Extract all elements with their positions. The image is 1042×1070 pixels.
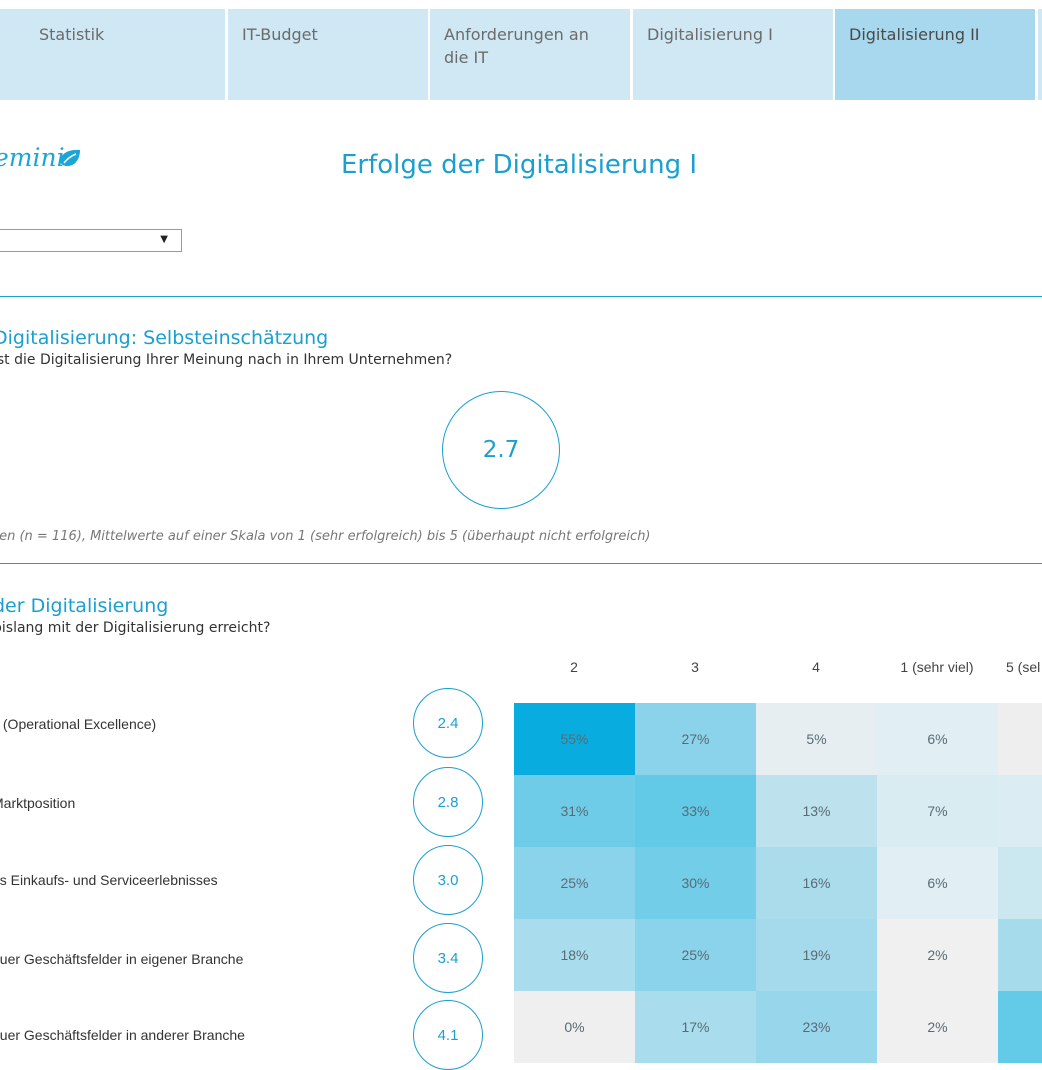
page-title-text: Erfolge der Digitalisierung I: [341, 150, 698, 180]
section-subtitle-erfolge: bislang mit der Digitalisierung erreicht…: [0, 620, 271, 636]
tab-label: Anforderungen an die IT: [444, 25, 589, 67]
heatmap-cell: 2%: [877, 991, 998, 1063]
heatmap-cell: [998, 919, 1042, 991]
row-mean-value: 2.4: [437, 714, 459, 732]
mean-value-circle: 2.7: [442, 391, 560, 509]
row-mean-value: 2.8: [437, 793, 459, 811]
heatmap-cell: [998, 991, 1042, 1063]
heatmap-cell: 7%: [877, 775, 998, 847]
footnote: ten (n = 116), Mittelwerte auf einer Ska…: [0, 529, 651, 544]
column-header: 5 (sel: [1006, 659, 1041, 675]
heatmap-cell: 17%: [635, 991, 756, 1063]
heatmap-cell: [998, 775, 1042, 847]
row-mean-value: 3.0: [437, 871, 459, 889]
row-label: z (Operational Excellence): [0, 716, 157, 732]
tab-hidden-left[interactable]: [0, 9, 28, 100]
tab-digitalisierung-1[interactable]: Digitalisierung I: [633, 9, 833, 100]
divider: [0, 563, 1042, 564]
dropdown-arrow-icon: ▼: [160, 234, 168, 245]
heatmap-cell: 27%: [635, 703, 756, 775]
row-mean-circle: 3.4: [413, 923, 483, 993]
heatmap-cell: 25%: [635, 919, 756, 991]
tab-label: Digitalisierung II: [849, 25, 980, 44]
row-mean-value: 3.4: [437, 949, 459, 967]
section-title-selbsteinschaetzung: Digitalisierung: Selbsteinschätzung: [0, 327, 329, 349]
heatmap-cell: 18%: [514, 919, 635, 991]
filter-dropdown[interactable]: ▼: [0, 229, 182, 252]
column-header: 3: [691, 659, 699, 675]
row-mean-circle: 2.4: [413, 688, 483, 758]
row-mean-value: 4.1: [437, 1026, 459, 1044]
heatmap-cell: 23%: [756, 991, 877, 1063]
row-label: euer Geschäftsfelder in eigener Branche: [0, 951, 244, 967]
tab-label: Statistik: [39, 25, 105, 44]
tab-label: Digitalisierung I: [647, 25, 773, 44]
row-label: es Einkaufs- und Serviceerlebnisses: [0, 872, 218, 888]
row-mean-circle: 3.0: [413, 845, 483, 915]
tab-hidden-right[interactable]: [1038, 9, 1042, 100]
heatmap-cell: [998, 703, 1042, 775]
tab-bar: Statistik IT-Budget Anforderungen an die…: [0, 9, 1042, 100]
section-subtitle-selbsteinschaetzung: ist die Digitalisierung Ihrer Meinung na…: [0, 352, 453, 368]
row-label: euer Geschäftsfelder in anderer Branche: [0, 1027, 245, 1043]
column-header: 1 (sehr viel): [900, 659, 974, 675]
column-header: 2: [570, 659, 578, 675]
mean-value: 2.7: [482, 437, 520, 463]
tab-anforderungen[interactable]: Anforderungen an die IT: [430, 9, 630, 100]
heatmap-cell: 16%: [756, 847, 877, 919]
heatmap-cell: 2%: [877, 919, 998, 991]
heatmap-cell: 0%: [514, 991, 635, 1063]
heatmap-cell: [998, 847, 1042, 919]
row-label: Marktposition: [0, 795, 76, 811]
heatmap-cell: 33%: [635, 775, 756, 847]
tab-statistik[interactable]: Statistik: [25, 9, 225, 100]
heatmap-cell: 5%: [756, 703, 877, 775]
heatmap-cell: 6%: [877, 703, 998, 775]
heatmap-cell: 6%: [877, 847, 998, 919]
section-title-erfolge: der Digitalisierung: [0, 595, 169, 617]
company-logo: emini: [0, 143, 65, 172]
heatmap-cell: 19%: [756, 919, 877, 991]
heatmap-cell: 31%: [514, 775, 635, 847]
heatmap-cell: 25%: [514, 847, 635, 919]
row-mean-circle: 4.1: [413, 1000, 483, 1070]
heatmap-cell: 13%: [756, 775, 877, 847]
heatmap-cell: 55%: [514, 703, 635, 775]
divider: [0, 296, 1042, 297]
row-mean-circle: 2.8: [413, 767, 483, 837]
column-header: 4: [812, 659, 820, 675]
tab-it-budget[interactable]: IT-Budget: [228, 9, 428, 100]
logo-drop-icon: [60, 149, 80, 167]
tab-digitalisierung-2[interactable]: Digitalisierung II: [835, 9, 1035, 100]
tab-label: IT-Budget: [242, 25, 318, 44]
heatmap-cell: 30%: [635, 847, 756, 919]
